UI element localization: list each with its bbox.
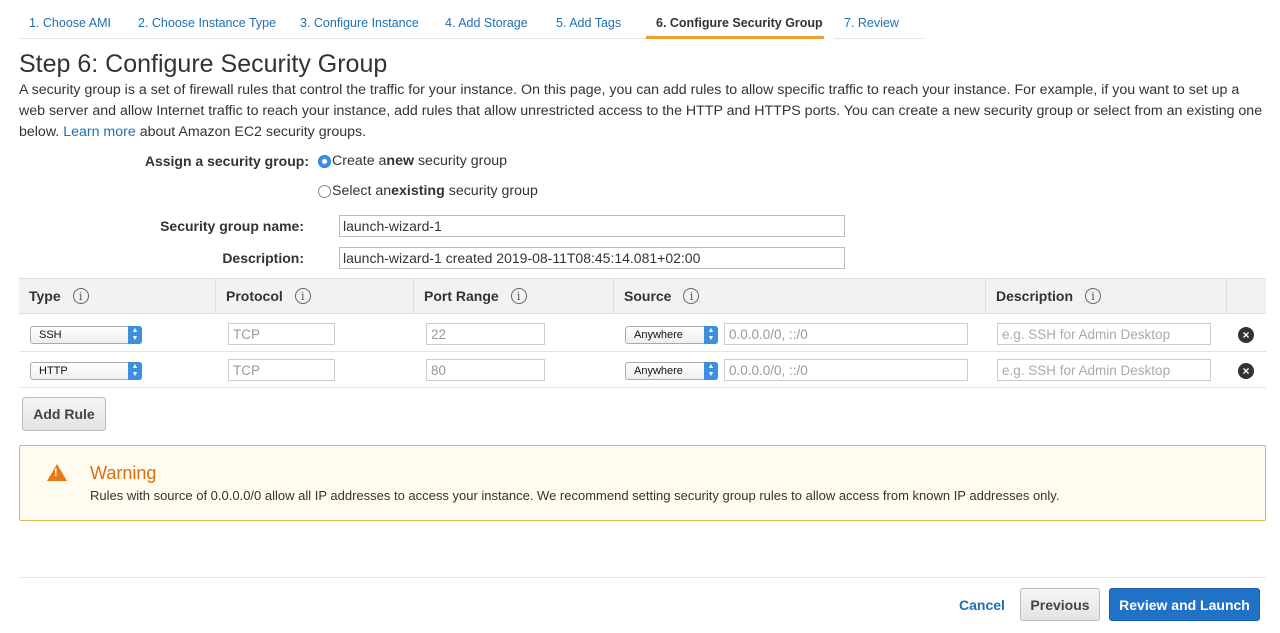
tab-review[interactable]: 7. Review [834,0,924,39]
tab-add-tags[interactable]: 5. Add Tags [546,0,646,39]
radio-label-bold: existing [391,183,445,199]
learn-more-link[interactable]: Learn more [63,124,136,140]
footer-divider [19,577,1266,578]
info-icon[interactable]: i [683,288,700,304]
col-protocol: Protocol i [215,279,413,313]
radio-select-existing[interactable]: Select an existing security group [318,183,538,199]
source-cidr-field[interactable]: 0.0.0.0/0, ::/0 [724,323,968,345]
radio-button-selected[interactable] [318,154,331,168]
radio-label-pre: Create a [332,153,387,169]
type-select[interactable]: HTTP ▲ ▼ [30,362,142,380]
col-port-range: Port Range i [413,279,613,313]
info-icon[interactable]: i [294,288,311,304]
radio-create-new[interactable]: Create a new security group [318,153,507,169]
description-field[interactable] [339,247,845,269]
protocol-field: TCP [228,359,335,381]
group-name-field[interactable] [339,215,845,237]
tab-choose-instance-type[interactable]: 2. Choose Instance Type [128,0,290,39]
warning-title: Warning [90,463,157,483]
port-range-field: 80 [426,359,545,381]
radio-label-pre: Select an [332,183,392,199]
source-select[interactable]: Anywhere ▲ ▼ [625,362,718,380]
info-icon[interactable]: i [510,288,527,304]
rule-description-field[interactable]: e.g. SSH for Admin Desktop [997,323,1211,345]
intro-tail: about Amazon EC2 security groups. [139,124,367,140]
table-row: HTTP ▲ ▼ TCP 80 Anywhere ▲ ▼ 0.0.0.0/0, ::/0… [19,352,1266,388]
tab-configure-instance[interactable]: 3. Configure Instance [290,0,435,39]
chevron-updown-icon: ▲ ▼ [128,326,142,344]
radio-label-post: security group [444,183,538,199]
port-range-field: 22 [426,323,545,345]
chevron-updown-icon: ▲ ▼ [704,326,718,344]
rule-description-field[interactable]: e.g. SSH for Admin Desktop [997,359,1211,381]
info-icon[interactable]: i [72,288,89,304]
type-select[interactable]: SSH ▲ ▼ [30,326,142,344]
tab-add-storage[interactable]: 4. Add Storage [435,0,546,39]
description-label: Description: [222,250,304,266]
warning-icon: ! [47,464,67,481]
protocol-field: TCP [228,323,335,345]
tab-configure-security-group[interactable]: 6. Configure Security Group [646,0,824,39]
wizard-tabs: 1. Choose AMI 2. Choose Instance Type 3.… [19,0,1280,40]
cancel-button[interactable]: Cancel [959,597,1005,613]
info-icon[interactable]: i [1085,288,1102,304]
col-description: Description i [985,279,1226,313]
chevron-updown-icon: ▲ ▼ [128,362,142,380]
intro-text: A security group is a set of firewall ru… [19,80,1269,143]
previous-button[interactable]: Previous [1020,588,1100,621]
page-title: Step 6: Configure Security Group [19,50,388,78]
warning-text: Rules with source of 0.0.0.0/0 allow all… [90,488,1060,503]
review-and-launch-button[interactable]: Review and Launch [1109,588,1260,621]
group-name-label: Security group name: [160,218,304,234]
radio-label-bold: new [386,153,415,169]
remove-rule-icon[interactable]: × [1238,327,1254,343]
col-actions [1226,279,1266,313]
assign-label: Assign a security group: [144,153,309,169]
col-type: Type i [19,279,215,313]
remove-rule-icon[interactable]: × [1238,363,1254,379]
radio-button[interactable] [318,184,331,198]
table-row: SSH ▲ ▼ TCP 22 Anywhere ▲ ▼ 0.0.0.0/0, ::/0 … [19,316,1266,352]
source-cidr-field[interactable]: 0.0.0.0/0, ::/0 [724,359,968,381]
col-source: Source i [613,279,985,313]
warning-box: ! Warning Rules with source of 0.0.0.0/0… [19,445,1266,521]
rules-table-header: Type i Protocol i Port Range i Source i Desc… [19,278,1266,314]
radio-label-post: security group [414,153,508,169]
add-rule-button[interactable]: Add Rule [22,397,106,431]
source-select[interactable]: Anywhere ▲ ▼ [625,326,718,344]
chevron-updown-icon: ▲ ▼ [704,362,718,380]
tab-choose-ami[interactable]: 1. Choose AMI [19,0,128,39]
